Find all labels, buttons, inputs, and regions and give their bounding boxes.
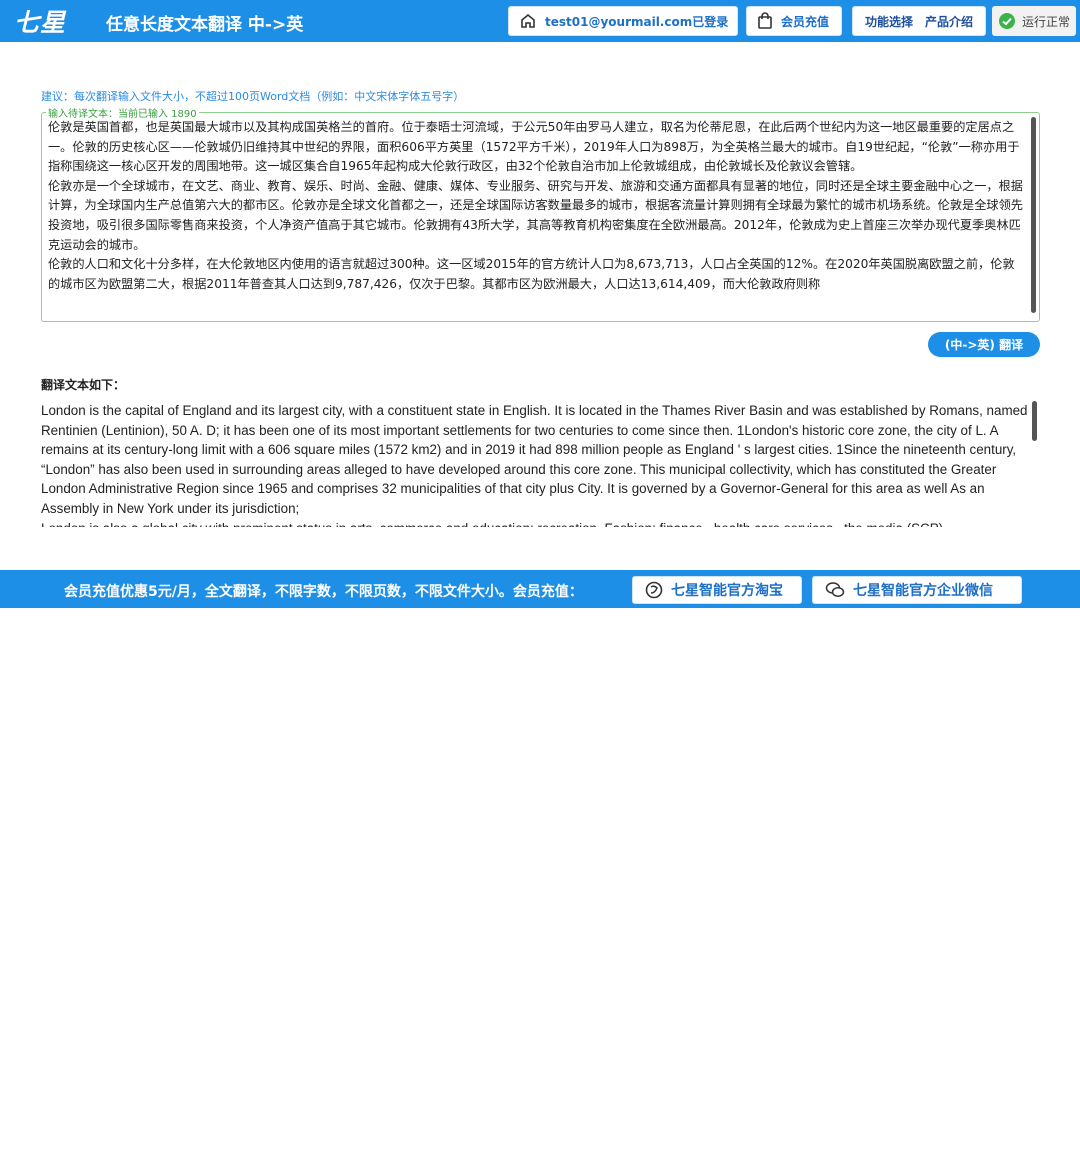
login-status-button[interactable]: test01@yourmail.com已登录	[508, 6, 738, 36]
app-logo: 七星	[14, 8, 67, 37]
translation-output-area: London is the capital of England and its…	[41, 401, 1046, 527]
bag-icon	[758, 12, 772, 29]
output-paragraph: London is also a global city with promin…	[41, 519, 1039, 527]
login-status-label: test01@yourmail.com已登录	[545, 14, 729, 29]
source-text-area[interactable]: 伦敦是英国首都，也是英国最大城市以及其构成国英格兰的首府。位于泰晤士河流域，于公…	[41, 112, 1040, 322]
nav-menu: 功能选择 产品介绍	[852, 6, 986, 36]
home-icon	[521, 13, 535, 28]
wechat-enterprise-button[interactable]: 七星智能官方企业微信	[812, 576, 1022, 604]
taobao-store-label: 七星智能官方淘宝	[671, 583, 783, 599]
top-header: 七星 任意长度文本翻译 中->英 test01@yourmail.com已登录 …	[0, 0, 1080, 42]
translate-button[interactable]: (中->英) 翻译	[928, 332, 1040, 357]
source-paragraph: 伦敦是英国首都，也是英国最大城市以及其构成国英格兰的首府。位于泰晤士河流域，于公…	[48, 120, 1020, 174]
nav-feature-select[interactable]: 功能选择	[865, 13, 913, 30]
nav-product-intro[interactable]: 产品介绍	[925, 13, 973, 30]
source-paragraph: 伦敦的人口和文化十分多样，在大伦敦地区内使用的语言就超过300种。这一区域201…	[48, 257, 1015, 291]
app-title: 任意长度文本翻译 中->英	[106, 15, 304, 35]
output-scrollbar[interactable]	[1032, 401, 1037, 441]
source-text-content[interactable]: 伦敦是英国首都，也是英国最大城市以及其构成国英格兰的首府。位于泰晤士河流域，于公…	[48, 118, 1026, 316]
taobao-store-button[interactable]: 七星智能官方淘宝	[632, 576, 802, 604]
status-label: 运行正常	[1022, 14, 1071, 29]
source-paragraph: 伦敦亦是一个全球城市，在文艺、商业、教育、娱乐、时尚、金融、健康、媒体、专业服务…	[48, 178, 1023, 252]
bottom-footer: 会员充值优惠5元/月，全文翻译，不限字数，不限页数，不限文件大小。会员充值： 七…	[0, 570, 1080, 1169]
member-recharge-label: 会员充值	[781, 14, 830, 29]
promo-text: 会员充值优惠5元/月，全文翻译，不限字数，不限页数，不限文件大小。会员充值：	[64, 584, 583, 600]
taobao-icon	[645, 581, 663, 599]
result-title: 翻译文本如下：	[41, 378, 126, 392]
member-recharge-button[interactable]: 会员充值	[746, 6, 842, 36]
input-char-count-label: 输入待译文本：当前已输入 1890	[46, 105, 199, 120]
status-badge: 运行正常	[992, 6, 1076, 36]
wechat-enterprise-label: 七星智能官方企业微信	[853, 583, 993, 599]
wechat-icon	[825, 582, 845, 597]
translation-output-content: London is the capital of England and its…	[41, 401, 1039, 527]
site-watermark: 值 什么值得买	[930, 1145, 1057, 1169]
check-circle-icon	[999, 13, 1015, 29]
output-paragraph: London is the capital of England and its…	[41, 403, 1028, 516]
input-size-hint: 建议：每次翻译输入文件大小，不超过100页Word文档（例如：中文宋体字体五号字…	[41, 90, 465, 103]
source-scrollbar[interactable]	[1031, 117, 1036, 313]
